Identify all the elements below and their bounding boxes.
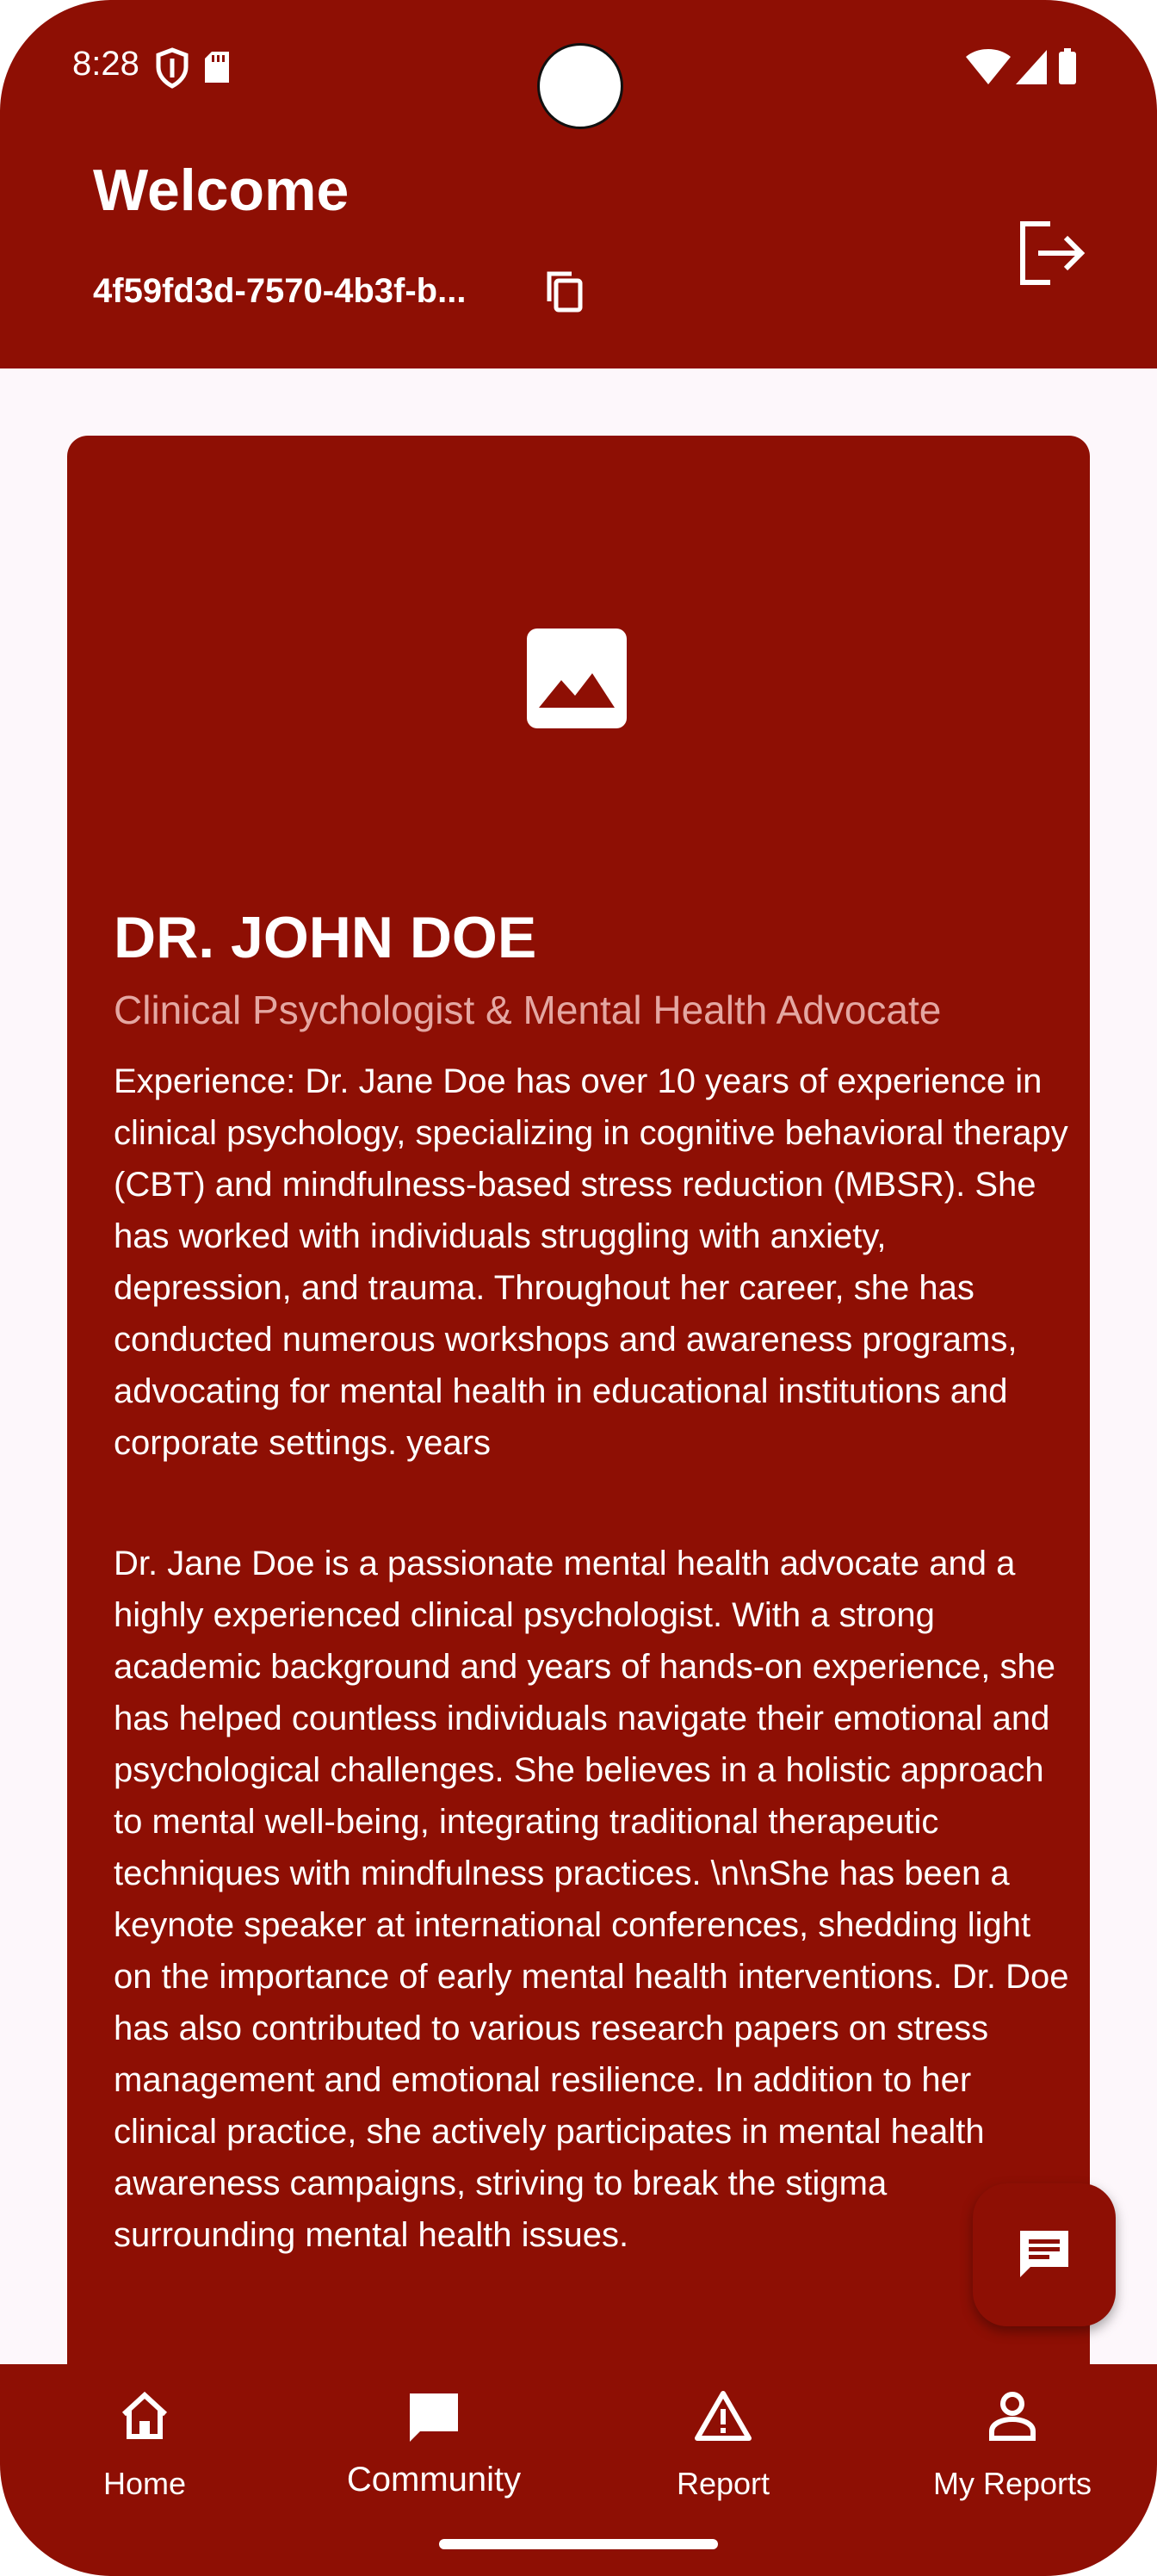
nav-community-label: Community (346, 2461, 522, 2499)
app-header: 8:28 Welcome 4f59fd3d-7570-4b3f-b... (0, 0, 1157, 368)
signal-icon (1016, 50, 1047, 84)
home-indicator[interactable] (439, 2539, 718, 2549)
page-title: Welcome (93, 158, 350, 223)
home-icon (121, 2391, 168, 2439)
app-screen: 8:28 Welcome 4f59fd3d-7570-4b3f-b... DR.… (0, 0, 1157, 2576)
doctor-bio: Dr. Jane Doe is a passionate mental heal… (114, 1545, 1069, 2254)
shield-icon (156, 47, 189, 89)
doctor-card[interactable]: DR. JOHN DOE Clinical Psychologist & Men… (67, 436, 1090, 2364)
copy-icon (547, 271, 583, 313)
status-left-icons (155, 46, 241, 94)
doctor-name: DR. JOHN DOE (114, 905, 537, 970)
sd-card-icon (205, 52, 229, 83)
message-icon (1020, 2231, 1068, 2277)
nav-home-label: Home (102, 2466, 187, 2501)
nav-home[interactable]: Home (0, 2364, 289, 2536)
doctor-experience: Experience: Dr. Jane Doe has over 10 yea… (114, 1062, 1068, 1462)
status-time: 8:28 (72, 45, 139, 83)
warning-icon (695, 2391, 752, 2441)
chat-fab[interactable] (973, 2183, 1116, 2326)
logout-icon (1020, 221, 1086, 285)
battery-icon (1059, 48, 1076, 84)
doctor-role: Clinical Psychologist & Mental Health Ad… (114, 988, 942, 1032)
nav-my-reports[interactable]: My Reports (868, 2364, 1157, 2536)
nav-community[interactable]: Community (289, 2364, 578, 2536)
nav-my-reports-label: My Reports (932, 2466, 1092, 2501)
camera-cutout (537, 43, 623, 129)
copy-button[interactable] (542, 269, 589, 315)
image-placeholder-icon (527, 629, 627, 728)
user-id: 4f59fd3d-7570-4b3f-b... (93, 272, 467, 310)
chat-icon (410, 2393, 458, 2442)
logout-button[interactable] (1016, 217, 1088, 289)
wifi-icon (966, 49, 1011, 84)
nav-report-label: Report (676, 2466, 770, 2501)
nav-report[interactable]: Report (578, 2364, 868, 2536)
person-icon (989, 2392, 1036, 2441)
content-scroll[interactable]: DR. JOHN DOE Clinical Psychologist & Men… (0, 368, 1157, 2364)
status-right-icons (964, 46, 1085, 90)
